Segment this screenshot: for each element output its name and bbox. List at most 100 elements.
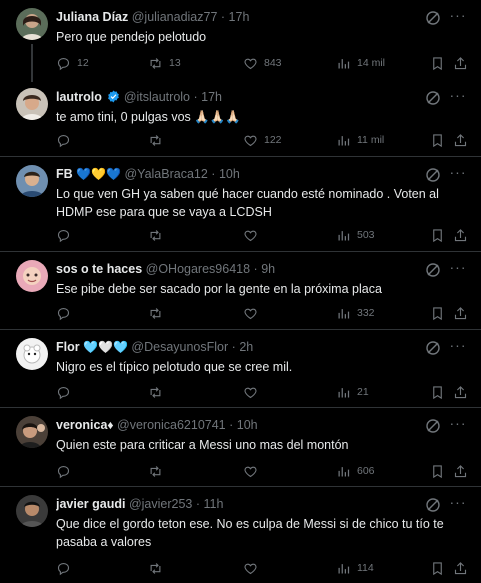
timestamp[interactable]: 17h	[229, 10, 250, 24]
bookmark-button[interactable]	[430, 304, 445, 322]
like-button[interactable]	[243, 304, 264, 322]
tweet[interactable]: FB 💙💛💙 @YalaBraca12 · 10h ··· Lo que ven…	[0, 157, 481, 252]
more-icon[interactable]: ···	[449, 495, 467, 513]
more-icon[interactable]: ···	[449, 416, 467, 434]
timestamp[interactable]: 2h	[239, 340, 253, 354]
tweet[interactable]: veronica♦ @veronica6210741 · 10h ··· Qui…	[0, 408, 481, 487]
avatar[interactable]	[16, 416, 48, 448]
bookmark-button[interactable]	[430, 383, 445, 401]
grok-icon[interactable]	[425, 167, 441, 183]
author-name[interactable]: veronica	[56, 418, 107, 432]
share-button[interactable]	[453, 54, 468, 72]
retweet-button[interactable]	[148, 462, 169, 480]
timestamp[interactable]: 10h	[237, 418, 258, 432]
bookmark-button[interactable]	[430, 226, 445, 244]
more-icon[interactable]: ···	[449, 338, 467, 356]
timestamp[interactable]: 9h	[261, 262, 275, 276]
retweet-button[interactable]: 13	[148, 54, 181, 72]
more-icon[interactable]: ···	[449, 8, 467, 26]
share-button[interactable]	[453, 226, 468, 244]
retweet-button[interactable]	[148, 131, 169, 149]
avatar[interactable]	[16, 8, 48, 40]
avatar[interactable]	[16, 260, 48, 292]
share-button[interactable]	[453, 304, 468, 322]
views-button[interactable]: 14 mil	[336, 54, 385, 72]
grok-icon[interactable]	[425, 497, 441, 513]
share-button[interactable]	[453, 559, 468, 577]
grok-icon[interactable]	[425, 418, 441, 434]
bookmark-button[interactable]	[430, 559, 445, 577]
bookmark-button[interactable]	[430, 54, 445, 72]
reply-button[interactable]: 12	[56, 54, 89, 72]
action-bar: 114	[56, 559, 469, 577]
more-icon[interactable]: ···	[449, 88, 467, 106]
author-handle[interactable]: @veronica6210741	[117, 418, 226, 432]
avatar[interactable]	[16, 165, 48, 197]
author-handle[interactable]: @julianadiaz77	[132, 10, 218, 24]
tweet[interactable]: javier gaudi @javier253 · 11h ··· Que di…	[0, 487, 481, 583]
like-button[interactable]: 843	[243, 54, 282, 72]
bookmark-button[interactable]	[430, 131, 445, 149]
timestamp[interactable]: 11h	[204, 497, 224, 511]
like-button[interactable]	[243, 559, 264, 577]
like-button[interactable]	[243, 462, 264, 480]
timestamp[interactable]: 17h	[201, 90, 222, 104]
tweet[interactable]: lautrolo @itslautrolo · 17h ··· te amo t…	[0, 80, 481, 157]
author-name[interactable]: FB	[56, 167, 73, 181]
retweet-button[interactable]	[148, 304, 169, 322]
reply-button[interactable]	[56, 462, 77, 480]
like-count: 843	[264, 57, 282, 69]
reply-button[interactable]	[56, 559, 77, 577]
author-name[interactable]: Flor	[56, 340, 80, 354]
author-name[interactable]: javier gaudi	[56, 497, 125, 511]
views-button[interactable]: 11 mil	[336, 131, 384, 149]
reply-button[interactable]	[56, 383, 77, 401]
thread-line	[31, 44, 33, 82]
views-button[interactable]: 606	[336, 462, 375, 480]
share-button[interactable]	[453, 131, 468, 149]
views-button[interactable]: 332	[336, 304, 375, 322]
share-button[interactable]	[453, 462, 468, 480]
tweet[interactable]: sos o te haces @OHogares96418 · 9h ··· E…	[0, 252, 481, 330]
avatar[interactable]	[16, 495, 48, 527]
author-handle[interactable]: @OHogares96418	[146, 262, 250, 276]
reply-icon	[57, 307, 70, 320]
tweet[interactable]: Flor 🩵🤍🩵 @DesayunosFlor · 2h ··· Nigro e…	[0, 330, 481, 408]
author-handle[interactable]: @DesayunosFlor	[131, 340, 228, 354]
author-name[interactable]: sos o te haces	[56, 262, 142, 276]
reply-button[interactable]	[56, 131, 77, 149]
views-button[interactable]: 503	[336, 226, 375, 244]
more-icon[interactable]: ···	[449, 260, 467, 278]
retweet-button[interactable]	[148, 383, 169, 401]
author-handle[interactable]: @javier253	[129, 497, 192, 511]
like-button[interactable]	[243, 383, 264, 401]
avatar[interactable]	[16, 88, 48, 120]
more-icon[interactable]: ···	[449, 165, 467, 183]
grok-icon[interactable]	[425, 10, 441, 26]
views-button[interactable]: 114	[336, 559, 374, 577]
bookmark-button[interactable]	[430, 462, 445, 480]
author-handle[interactable]: @itslautrolo	[124, 90, 190, 104]
retweet-button[interactable]	[148, 559, 169, 577]
grok-icon[interactable]	[425, 262, 441, 278]
avatar[interactable]	[16, 338, 48, 370]
like-button[interactable]	[243, 226, 264, 244]
tweet[interactable]: Juliana Díaz @julianadiaz77 · 17h ··· Pe…	[0, 0, 481, 82]
reply-count: 12	[77, 57, 89, 69]
grok-icon[interactable]	[425, 340, 441, 356]
retweet-icon	[150, 386, 161, 398]
timestamp[interactable]: 10h	[219, 167, 240, 181]
author-name[interactable]: lautrolo	[56, 90, 102, 104]
bookmark-icon	[433, 133, 442, 147]
reply-button[interactable]	[56, 226, 77, 244]
retweet-button[interactable]	[148, 226, 169, 244]
views-button[interactable]: 21	[336, 383, 369, 401]
like-button[interactable]: 122	[243, 131, 282, 149]
grok-icon[interactable]	[425, 90, 441, 106]
author-name[interactable]: Juliana Díaz	[56, 10, 128, 24]
like-icon	[244, 230, 257, 241]
author-handle[interactable]: @YalaBraca12	[124, 167, 207, 181]
reply-button[interactable]	[56, 304, 77, 322]
share-button[interactable]	[453, 383, 468, 401]
like-icon	[244, 58, 257, 69]
